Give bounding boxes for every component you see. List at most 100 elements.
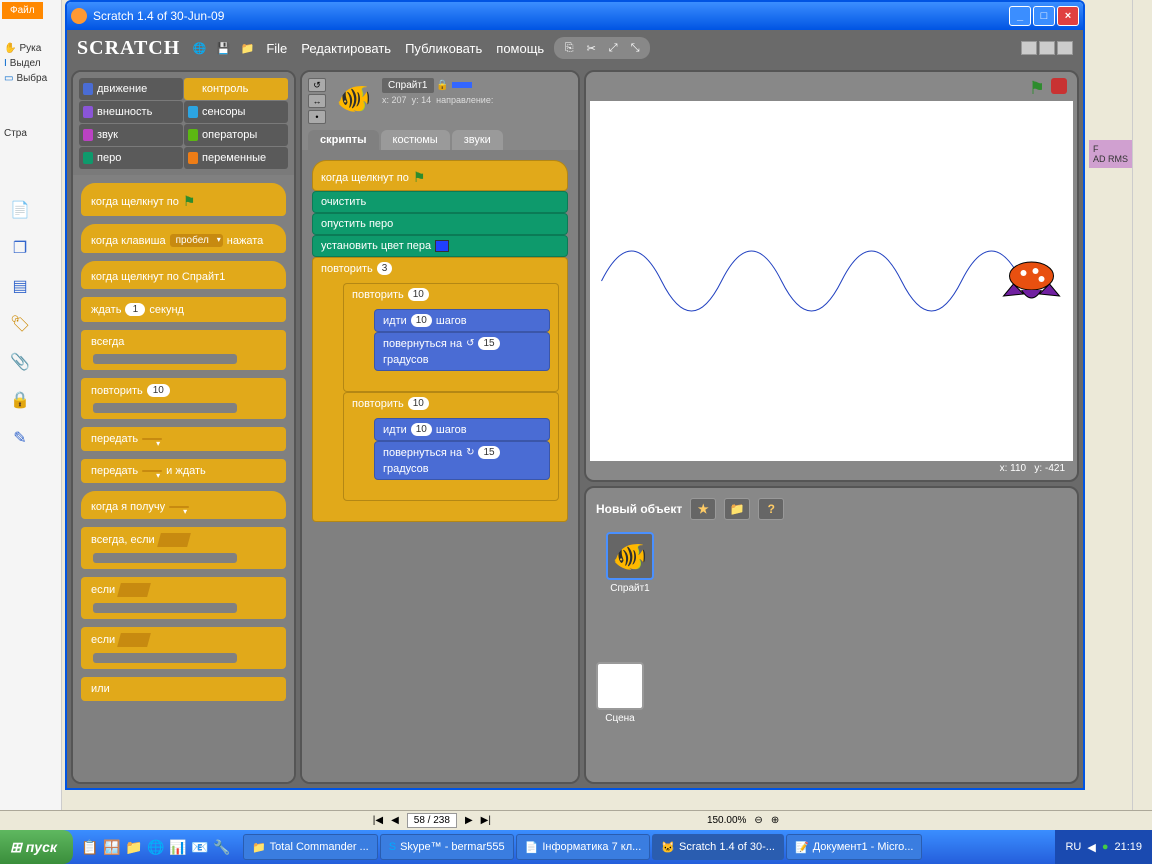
- page-icon[interactable]: 📄: [10, 200, 30, 220]
- script-move-a[interactable]: идти 10 шагов: [374, 309, 550, 332]
- view-large-button[interactable]: [1057, 41, 1073, 55]
- script-repeat-outer[interactable]: повторить 3 повторить 10 идти 10 шагов п…: [312, 257, 568, 522]
- next-page-icon[interactable]: ▶: [465, 815, 473, 826]
- tab-scripts[interactable]: скрипты: [308, 130, 379, 150]
- grow-icon[interactable]: ⤢: [604, 39, 622, 57]
- menu-help[interactable]: помощь: [496, 41, 544, 56]
- taskbar-task[interactable]: 📁Total Commander ...: [243, 834, 378, 860]
- block-if[interactable]: если: [81, 577, 286, 619]
- block-forever-if[interactable]: всегда, если: [81, 527, 286, 569]
- category-motion[interactable]: движение: [79, 78, 183, 100]
- taskbar-task[interactable]: 📝Документ1 - Micro...: [786, 834, 922, 860]
- category-operators[interactable]: операторы: [184, 124, 288, 146]
- script-turn-ccw[interactable]: повернуться на ↺ 15 градусов: [374, 332, 550, 371]
- script-repeat-a[interactable]: повторить 10 идти 10 шагов повернуться н…: [343, 283, 559, 392]
- zoom-out-icon[interactable]: ⊖: [754, 815, 762, 826]
- category-sound[interactable]: звук: [79, 124, 183, 146]
- taskbar-task[interactable]: SSkype™ - bermar555: [380, 834, 514, 860]
- script-canvas[interactable]: когда щелкнут по ⚑ очистить опустить пер…: [302, 150, 578, 782]
- rotate-ccw-button[interactable]: ↺: [308, 78, 326, 92]
- block-if-else[interactable]: если: [81, 627, 286, 669]
- menu-file[interactable]: File: [266, 41, 287, 56]
- import-sprite-button[interactable]: 📁: [724, 498, 750, 520]
- script-turn-cw[interactable]: повернуться на ↻ 15 градусов: [374, 441, 550, 480]
- block-when-receive[interactable]: когда я получу: [81, 491, 286, 519]
- bg-hand-tool[interactable]: ✋Рука: [0, 41, 61, 56]
- start-button[interactable]: ⊞ пуск: [0, 830, 73, 864]
- block-when-key[interactable]: когда клавиша пробел нажата: [81, 224, 286, 253]
- view-medium-button[interactable]: [1039, 41, 1055, 55]
- sprite-name-field[interactable]: Спрайт1: [382, 78, 434, 93]
- quicklaunch-icon[interactable]: 📋: [81, 838, 99, 856]
- zoom-in-icon[interactable]: ⊕: [771, 815, 779, 826]
- flip-button[interactable]: ↔: [308, 94, 326, 108]
- script-clear[interactable]: очистить: [312, 191, 568, 213]
- block-wait[interactable]: ждать 1 секунд: [81, 297, 286, 322]
- prev-page-icon[interactable]: ◀: [391, 815, 399, 826]
- titlebar[interactable]: Scratch 1.4 of 30-Jun-09 _ □ ×: [67, 2, 1083, 30]
- close-button[interactable]: ×: [1057, 6, 1079, 26]
- maximize-button[interactable]: □: [1033, 6, 1055, 26]
- menu-edit[interactable]: Редактировать: [301, 41, 391, 56]
- shrink-icon[interactable]: ⤡: [626, 39, 644, 57]
- bg-select2-tool[interactable]: ▭Выбра: [0, 71, 61, 86]
- stamp-icon[interactable]: ⎘: [560, 39, 578, 57]
- surprise-sprite-button[interactable]: ?: [758, 498, 784, 520]
- no-rotate-button[interactable]: •: [308, 110, 326, 124]
- paint-sprite-button[interactable]: ★: [690, 498, 716, 520]
- minimize-button[interactable]: _: [1009, 6, 1031, 26]
- quicklaunch-icon[interactable]: 🪟: [103, 838, 121, 856]
- script-hat[interactable]: когда щелкнут по ⚑: [312, 160, 568, 191]
- taskbar-task[interactable]: 📄Інформатика 7 кл...: [516, 834, 651, 860]
- block-repeat[interactable]: повторить 10: [81, 378, 286, 419]
- stop-button[interactable]: [1051, 78, 1067, 94]
- block-broadcast[interactable]: передать: [81, 427, 286, 451]
- category-variables[interactable]: переменные: [184, 147, 288, 169]
- category-sensing[interactable]: сенсоры: [184, 101, 288, 123]
- tag-icon[interactable]: 🏷: [10, 314, 30, 334]
- block-when-flag[interactable]: когда щелкнут по ⚑: [81, 183, 286, 216]
- category-pen[interactable]: перо: [79, 147, 183, 169]
- green-flag-button[interactable]: ⚑: [1029, 78, 1045, 99]
- sprite-thumbnail-item[interactable]: 🐠 Спрайт1: [600, 532, 660, 594]
- block-when-sprite-clicked[interactable]: когда щелкнут по Спрайт1: [81, 261, 286, 289]
- script-pen-down[interactable]: опустить перо: [312, 213, 568, 235]
- sprite-on-stage[interactable]: [1004, 262, 1060, 298]
- taskbar-task[interactable]: 🐱Scratch 1.4 of 30-...: [652, 834, 784, 860]
- quicklaunch-icon[interactable]: 🌐: [147, 838, 165, 856]
- tray-icon[interactable]: ◀: [1087, 841, 1095, 854]
- lang-indicator[interactable]: RU: [1065, 841, 1081, 853]
- category-control[interactable]: контроль: [184, 78, 288, 100]
- stage-canvas[interactable]: [590, 101, 1073, 461]
- clock[interactable]: 21:19: [1114, 841, 1142, 853]
- page-counter[interactable]: 58 / 238: [407, 813, 457, 828]
- lock-icon[interactable]: 🔒: [436, 80, 448, 91]
- scissors-icon[interactable]: ✂: [582, 39, 600, 57]
- layers-icon[interactable]: ▤: [10, 276, 30, 296]
- tab-costumes[interactable]: костюмы: [381, 130, 450, 150]
- quicklaunch-icon[interactable]: 🔧: [213, 838, 231, 856]
- category-looks[interactable]: внешность: [79, 101, 183, 123]
- attach-icon[interactable]: 📎: [10, 352, 30, 372]
- color-swatch[interactable]: [435, 240, 449, 252]
- bg-file-tab[interactable]: Файл: [2, 2, 43, 19]
- quicklaunch-icon[interactable]: 📁: [125, 838, 143, 856]
- block-broadcast-wait[interactable]: передать и ждать: [81, 459, 286, 483]
- quicklaunch-icon[interactable]: 📧: [191, 838, 209, 856]
- script-move-b[interactable]: идти 10 шагов: [374, 418, 550, 441]
- block-forever[interactable]: всегда: [81, 330, 286, 370]
- save-icon[interactable]: 💾: [214, 39, 232, 57]
- sign-icon[interactable]: ✎: [10, 428, 30, 448]
- menu-publish[interactable]: Публиковать: [405, 41, 482, 56]
- script-set-color[interactable]: установить цвет пера: [312, 235, 568, 257]
- block-else[interactable]: или: [81, 677, 286, 701]
- last-page-icon[interactable]: ▶|: [481, 815, 491, 826]
- first-page-icon[interactable]: |◀: [373, 815, 383, 826]
- bg-select-tool[interactable]: IВыдел: [0, 56, 61, 71]
- tab-sounds[interactable]: звуки: [452, 130, 503, 150]
- system-tray[interactable]: RU ◀ ● 21:19: [1055, 830, 1152, 864]
- lock-icon[interactable]: 🔒: [10, 390, 30, 410]
- zoom-value[interactable]: 150.00%: [707, 815, 746, 826]
- globe-icon[interactable]: 🌐: [190, 39, 208, 57]
- folder-icon[interactable]: 📁: [238, 39, 256, 57]
